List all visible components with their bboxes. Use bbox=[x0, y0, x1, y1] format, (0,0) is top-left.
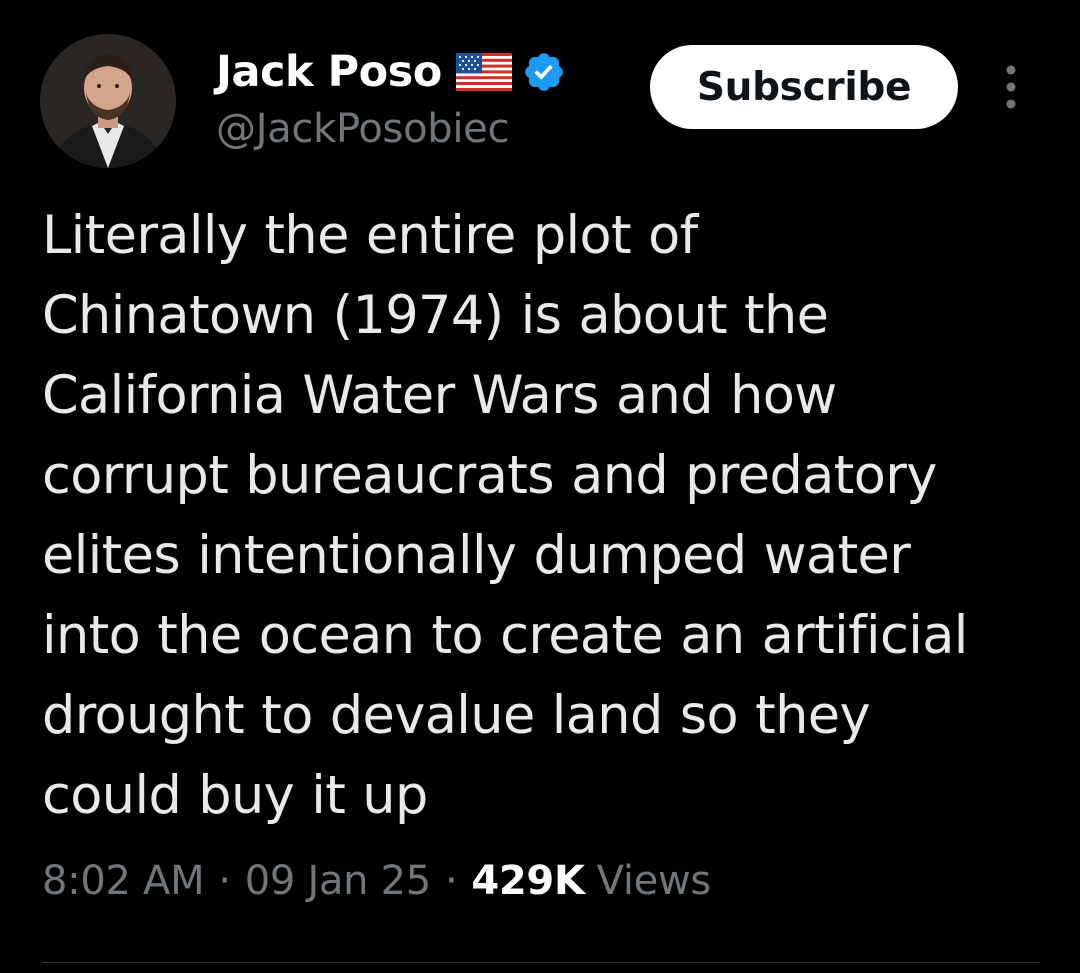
tweet-text-line: elites intentionally dumped water bbox=[42, 525, 911, 586]
tweet-text-line: drought to devalue land so they bbox=[42, 685, 871, 746]
tweet-text-line: could buy it up bbox=[42, 765, 428, 826]
tweet-meta: 8:02 AM · 09 Jan 25 · 429K Views bbox=[42, 858, 711, 904]
author-display-name[interactable]: Jack Poso bbox=[216, 47, 442, 97]
avatar-image bbox=[40, 34, 176, 168]
author-handle[interactable]: @JackPosobiec bbox=[216, 106, 509, 152]
tweet-text-line: into the ocean to create an artificial bbox=[42, 605, 968, 666]
subscribe-button[interactable]: Subscribe bbox=[650, 45, 958, 129]
tweet-text-line: Chinatown (1974) is about the bbox=[42, 285, 829, 346]
tweet-text-line: Literally the entire plot of bbox=[42, 205, 698, 266]
tweet-time[interactable]: 8:02 AM bbox=[42, 858, 205, 904]
avatar[interactable] bbox=[40, 34, 176, 168]
tweet-text: Literally the entire plot of Chinatown (… bbox=[42, 196, 1052, 836]
meta-separator: · bbox=[444, 858, 458, 904]
divider bbox=[42, 962, 1040, 963]
tweet-date[interactable]: 09 Jan 25 bbox=[245, 858, 431, 904]
views-label[interactable]: Views bbox=[597, 858, 712, 904]
views-count[interactable]: 429K bbox=[471, 858, 585, 904]
author-name-row: Jack Poso bbox=[216, 44, 566, 100]
us-flag-icon bbox=[455, 53, 512, 91]
more-options-icon[interactable] bbox=[996, 62, 1026, 112]
tweet-text-line: California Water Wars and how bbox=[42, 365, 837, 426]
verified-badge-icon[interactable] bbox=[522, 50, 566, 94]
meta-separator: · bbox=[218, 858, 231, 904]
tweet-text-line: corrupt bureaucrats and predatory bbox=[42, 445, 937, 506]
